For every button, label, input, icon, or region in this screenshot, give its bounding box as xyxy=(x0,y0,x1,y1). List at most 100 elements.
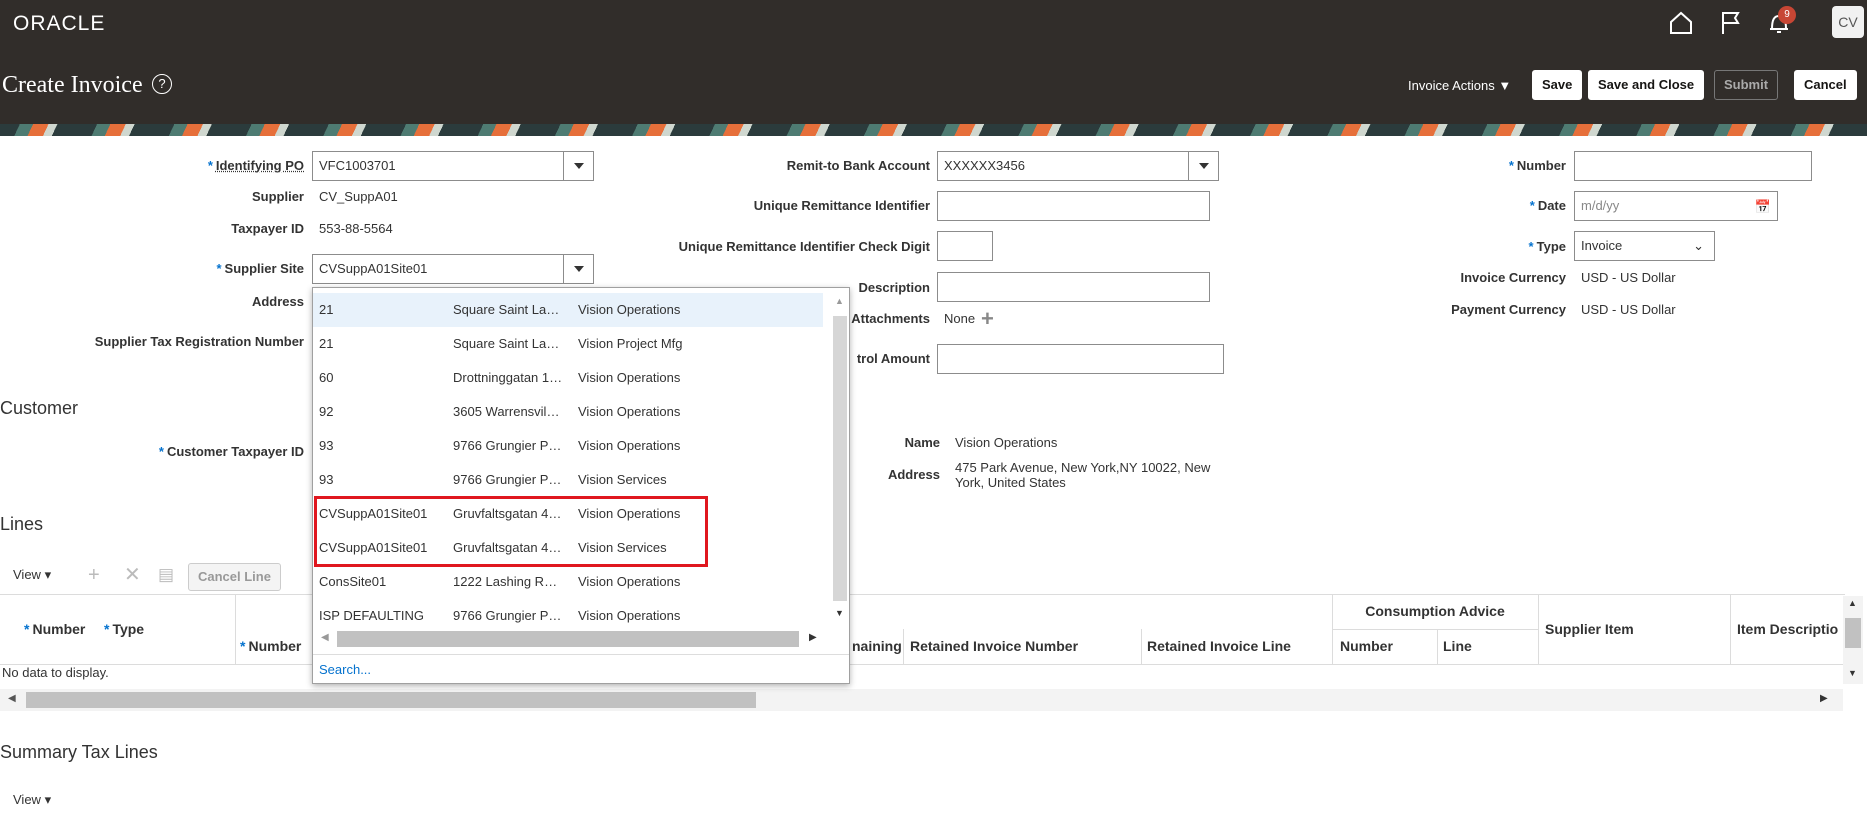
notification-badge: 9 xyxy=(1778,6,1796,24)
global-header: ORACLE 9 CV xyxy=(0,0,1867,46)
remit-bank-dropdown-button[interactable] xyxy=(1188,152,1218,180)
date-input[interactable]: m/d/yy 📅 xyxy=(1574,191,1778,221)
dropdown-vertical-scrollbar[interactable]: ▲ ▼ xyxy=(825,294,847,624)
chevron-down-icon: ⌄ xyxy=(1693,238,1704,253)
unique-remittance-input[interactable] xyxy=(937,191,1210,221)
option-address: Drottninggatan 1… xyxy=(453,370,563,385)
calendar-icon[interactable]: 📅 xyxy=(1755,193,1771,221)
oracle-logo[interactable]: ORACLE xyxy=(13,12,105,36)
customer-name-label: Name xyxy=(904,435,940,450)
attachments-value: None xyxy=(944,311,976,326)
col-retained-invoice-line[interactable]: Retained Invoice Line xyxy=(1147,638,1291,654)
dropdown-arrow-icon xyxy=(1198,163,1209,169)
number-input[interactable] xyxy=(1574,151,1812,181)
supplier-value: CV_SuppA01 xyxy=(319,189,398,204)
col-retained-invoice-number[interactable]: Retained Invoice Number xyxy=(910,638,1078,654)
col-number[interactable]: * Number xyxy=(24,621,85,637)
remit-bank-label: Remit-to Bank Account xyxy=(786,158,930,173)
option-address: 3605 Warrensvil… xyxy=(453,404,560,419)
summary-tax-view-menu[interactable]: View ▾ xyxy=(13,792,51,808)
supplier-site-option[interactable]: 21 Square Saint La… Vision Operations xyxy=(313,293,823,327)
home-icon[interactable] xyxy=(1666,9,1696,37)
dropdown-arrow-icon xyxy=(573,163,584,169)
taxpayer-id-value: 553-88-5564 xyxy=(319,221,393,236)
option-business-unit: Vision Operations xyxy=(578,608,681,623)
scroll-thumb[interactable] xyxy=(833,316,847,601)
document-icon[interactable]: ▤ xyxy=(158,565,174,585)
column-divider xyxy=(903,629,904,664)
scroll-up-arrow[interactable]: ▲ xyxy=(1848,598,1857,608)
identifying-po-input[interactable]: VFC1003701 xyxy=(312,151,594,181)
option-site: 93 xyxy=(319,438,334,453)
col-remaining[interactable]: naining xyxy=(852,638,902,654)
scroll-up-arrow[interactable]: ▲ xyxy=(835,296,844,306)
scroll-down-arrow[interactable]: ▼ xyxy=(835,608,844,618)
supplier-site-option[interactable]: 92 3605 Warrensvil… Vision Operations xyxy=(313,395,823,429)
flag-icon[interactable] xyxy=(1716,9,1746,37)
supplier-site-option[interactable]: ConsSite01 1222 Lashing R… Vision Operatio… xyxy=(313,565,823,599)
save-and-close-button[interactable]: Save and Close xyxy=(1588,70,1705,100)
scroll-right-arrow[interactable]: ▶ xyxy=(809,632,817,643)
remit-bank-input[interactable]: XXXXXX3456 xyxy=(937,151,1219,181)
payment-currency-value: USD - US Dollar xyxy=(1581,302,1676,317)
scroll-down-arrow[interactable]: ▼ xyxy=(1848,668,1857,678)
scroll-thumb[interactable] xyxy=(26,692,756,708)
supplier-site-option[interactable]: 93 9766 Grungier P… Vision Services xyxy=(313,463,823,497)
customer-address-value: 475 Park Avenue, New York,NY 10022, New Y… xyxy=(955,460,1211,490)
invoice-actions-menu[interactable]: Invoice Actions ▼ xyxy=(1408,78,1511,93)
supplier-site-option[interactable]: CVSuppA01Site01 Gruvfaltsgatan 4… Vision S… xyxy=(313,531,823,565)
col-supplier-item[interactable]: Supplier Item xyxy=(1545,621,1634,637)
option-business-unit: Vision Services xyxy=(578,472,667,487)
identifying-po-dropdown-button[interactable] xyxy=(563,152,593,180)
supplier-site-dropdown-button[interactable] xyxy=(563,255,593,283)
scroll-left-arrow[interactable]: ◀ xyxy=(8,693,16,704)
dropdown-horizontal-scrollbar[interactable]: ◀ ▶ xyxy=(321,630,821,648)
address-label: Address xyxy=(251,294,304,309)
supplier-site-option[interactable]: CVSuppA01Site01 Gruvfaltsgatan 4… Vision O… xyxy=(313,497,823,531)
scroll-right-arrow[interactable]: ▶ xyxy=(1820,693,1828,704)
option-site: 21 xyxy=(319,336,334,351)
delete-icon[interactable]: ✕ xyxy=(124,565,141,585)
divider xyxy=(313,654,849,655)
scroll-thumb[interactable] xyxy=(1845,618,1861,648)
table-vertical-scrollbar[interactable]: ▲ ▼ xyxy=(1843,596,1863,684)
option-business-unit: Vision Operations xyxy=(578,302,681,317)
unique-remittance-check-input[interactable] xyxy=(937,231,993,261)
supplier-site-option[interactable]: 21 Square Saint La… Vision Project Mfg xyxy=(313,327,823,361)
unique-remittance-check-label: Unique Remittance Identifier Check Digit xyxy=(678,239,930,254)
lines-view-menu[interactable]: View ▾ xyxy=(13,567,51,583)
user-avatar[interactable]: CV xyxy=(1832,6,1864,38)
search-link[interactable]: Search... xyxy=(319,662,371,677)
supplier-site-option[interactable]: 93 9766 Grungier P… Vision Operations xyxy=(313,429,823,463)
table-horizontal-scrollbar[interactable]: ◀ ▶ xyxy=(0,689,1843,711)
add-attachment-icon[interactable]: + xyxy=(981,306,994,332)
option-address: 9766 Grungier P… xyxy=(453,438,562,453)
col-type[interactable]: * Type xyxy=(104,621,144,637)
add-icon[interactable]: + xyxy=(88,565,100,585)
lines-section-title: Lines xyxy=(0,514,44,534)
number-label: * Number xyxy=(1508,158,1566,173)
option-site: 21 xyxy=(319,302,334,317)
col-item-description[interactable]: Item Descriptio xyxy=(1737,621,1838,637)
cancel-button[interactable]: Cancel xyxy=(1794,70,1857,100)
col-ca-number[interactable]: Number xyxy=(1340,638,1393,654)
supplier-site-input[interactable]: CVSuppA01Site01 xyxy=(312,254,594,284)
option-site: ISP DEFAULTING xyxy=(319,608,424,623)
invoice-actions-label: Invoice Actions xyxy=(1408,78,1495,93)
scroll-left-arrow[interactable]: ◀ xyxy=(321,632,329,643)
table-top-border xyxy=(0,594,1845,595)
save-button[interactable]: Save xyxy=(1532,70,1583,100)
supplier-site-option[interactable]: 60 Drottninggatan 1… Vision Operations xyxy=(313,361,823,395)
description-input[interactable] xyxy=(937,272,1210,302)
page-header: Create Invoice ? Invoice Actions ▼ Save … xyxy=(0,46,1867,124)
control-amount-input[interactable] xyxy=(937,344,1224,374)
submit-button[interactable]: Submit xyxy=(1714,70,1779,100)
col-ca-line[interactable]: Line xyxy=(1443,638,1472,654)
cancel-line-button[interactable]: Cancel Line xyxy=(188,563,281,591)
col-sub-number[interactable]: * Number xyxy=(240,638,301,654)
scroll-thumb[interactable] xyxy=(337,631,799,647)
type-select[interactable]: Invoice ⌄ xyxy=(1574,231,1715,261)
help-icon[interactable]: ? xyxy=(152,74,172,94)
supplier-site-option[interactable]: ISP DEFAULTING 9766 Grungier P… Vision Ope… xyxy=(313,599,823,633)
col-consumption-advice[interactable]: Consumption Advice xyxy=(1330,603,1540,619)
